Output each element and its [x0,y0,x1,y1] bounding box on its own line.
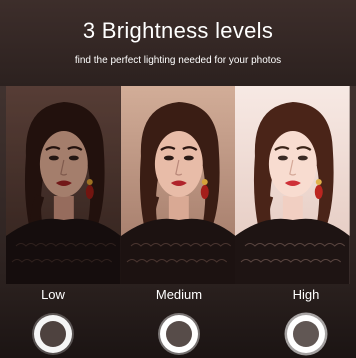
photo-low-brightness [6,86,121,284]
label-medium: Medium [155,287,203,302]
photo-high-brightness [235,86,351,284]
brightness-infographic: 3 Brightness levels find the perfect lig… [0,0,356,358]
label-low: Low [41,287,65,302]
comparison-photos [6,86,351,284]
ring-light-medium-icon [157,312,201,356]
ring-light-high-icon [284,312,328,356]
label-high: High [292,287,320,302]
ring-light-low-icon [31,312,75,356]
page-subtitle: find the perfect lighting needed for you… [74,55,282,66]
page-title: 3 Brightness levels [82,18,274,43]
photo-medium-brightness [120,86,236,284]
